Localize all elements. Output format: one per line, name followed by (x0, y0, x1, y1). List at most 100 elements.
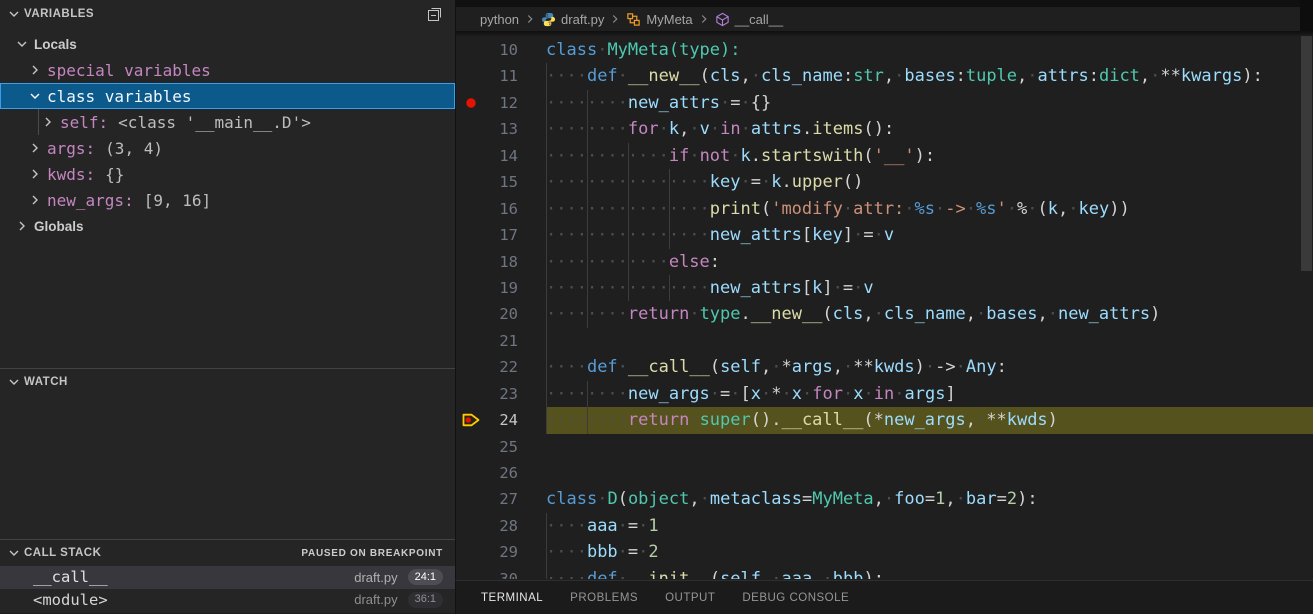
code-token: ** (853, 357, 873, 377)
breadcrumb-item-draft-py[interactable]: draft.py (541, 12, 604, 27)
code-line[interactable]: 19················new_attrs[k]·=·v (456, 275, 1313, 301)
code-line[interactable]: 26 (456, 460, 1313, 486)
code-line-content[interactable]: ············if·not·k.startswith('__'): (546, 143, 1313, 169)
code-line-content[interactable]: ····def·__init__(self,·aaa,·bbb): (546, 566, 1313, 579)
code-line[interactable]: 29····bbb·=·2 (456, 539, 1313, 565)
code-line-content[interactable]: ········return·type.__new__(cls,·cls_nam… (546, 301, 1313, 327)
chevron-right-icon[interactable] (40, 114, 56, 130)
code-line-content[interactable]: ········new_args·=·[x·*·x·for·x·in·args] (546, 381, 1313, 407)
editor-gutter[interactable]: 12 (456, 90, 546, 116)
code-line-content[interactable]: ········new_attrs·=·{} (546, 90, 1313, 116)
editor-gutter[interactable]: 29 (456, 539, 546, 565)
variables-row[interactable]: kwds:{} (0, 161, 455, 187)
chevron-down-icon[interactable] (27, 88, 43, 104)
code-line[interactable]: 22····def·__call__(self,·*args,·**kwds)·… (456, 354, 1313, 380)
code-line-content[interactable]: ················new_attrs[k]·=·v (546, 275, 1313, 301)
editor-gutter[interactable]: 14 (456, 143, 546, 169)
code-token: ) (915, 357, 925, 377)
code-line[interactable]: 28····aaa·=·1 (456, 513, 1313, 539)
code-line-content[interactable] (546, 460, 1313, 486)
panel-tab-output[interactable]: OUTPUT (665, 592, 715, 604)
breadcrumb-item--call-[interactable]: __call__ (715, 12, 783, 27)
chevron-right-icon[interactable] (27, 192, 43, 208)
variables-row[interactable]: class variables (0, 83, 455, 109)
variables-row[interactable]: self:<class '__main__.D'> (0, 109, 455, 135)
code-line[interactable]: 17················new_attrs[key]·=·v (456, 222, 1313, 248)
collapse-all-icon[interactable] (427, 6, 443, 22)
editor-gutter[interactable]: 16 (456, 196, 546, 222)
code-line-content[interactable]: ············else: (546, 249, 1313, 275)
code-line[interactable]: 21 (456, 328, 1313, 354)
editor-gutter[interactable]: 21 (456, 328, 546, 354)
variables-row[interactable]: Locals (0, 31, 455, 57)
code-line-content[interactable] (546, 328, 1313, 354)
code-line-content[interactable] (546, 434, 1313, 460)
code-line-content[interactable]: ········for·k,·v·in·attrs.items(): (546, 116, 1313, 142)
chevron-down-icon[interactable] (14, 36, 30, 52)
code-line-content[interactable]: ················new_attrs[key]·=·v (546, 222, 1313, 248)
code-line-content[interactable]: ····def·__call__(self,·*args,·**kwds)·->… (546, 354, 1313, 380)
chevron-right-icon[interactable] (27, 62, 43, 78)
editor-gutter[interactable]: 10 (456, 37, 546, 63)
editor-gutter[interactable]: 17 (456, 222, 546, 248)
chevron-right-icon[interactable] (27, 140, 43, 156)
code-line[interactable]: 16················print('modify·attr:·%s… (456, 196, 1313, 222)
panel-tab-terminal[interactable]: TERMINAL (481, 592, 543, 604)
code-line-content[interactable]: ················print('modify·attr:·%s·-… (546, 196, 1313, 222)
code-line[interactable]: 15················key·=·k.upper() (456, 169, 1313, 195)
editor-gutter[interactable]: 22 (456, 354, 546, 380)
stack-frame-row[interactable]: __call__draft.py24:1 (0, 566, 455, 589)
call-stack-header[interactable]: CALL STACK PAUSED ON BREAKPOINT (0, 540, 455, 566)
editor-gutter[interactable]: 28 (456, 513, 546, 539)
variables-header[interactable]: VARIABLES (0, 0, 455, 28)
variables-row[interactable]: special variables (0, 57, 455, 83)
editor-gutter[interactable]: 25 (456, 434, 546, 460)
code-line[interactable]: 12········new_attrs·=·{} (456, 90, 1313, 116)
code-line-content[interactable]: ····aaa·=·1 (546, 513, 1313, 539)
chevron-right-icon[interactable] (14, 218, 30, 234)
editor-gutter[interactable]: 19 (456, 275, 546, 301)
code-line[interactable]: 24········return·super().__call__(*new_a… (456, 407, 1313, 433)
code-line[interactable]: 14············if·not·k.startswith('__'): (456, 143, 1313, 169)
code-area[interactable]: 10class·MyMeta(type):11····def·__new__(c… (456, 31, 1313, 579)
editor-gutter[interactable]: 30 (456, 566, 546, 579)
variables-row[interactable]: Globals (0, 213, 455, 239)
breadcrumb-item-python[interactable]: python (480, 12, 519, 27)
editor-gutter[interactable]: 13 (456, 116, 546, 142)
code-line[interactable]: 10class·MyMeta(type): (456, 37, 1313, 63)
code-line-content[interactable]: class·D(object,·metaclass=MyMeta,·foo=1,… (546, 486, 1313, 512)
code-line-content[interactable]: ····bbb·=·2 (546, 539, 1313, 565)
code-token: bases (986, 304, 1037, 324)
code-line[interactable]: 27class·D(object,·metaclass=MyMeta,·foo=… (456, 486, 1313, 512)
watch-header[interactable]: WATCH (0, 369, 455, 395)
editor-gutter[interactable]: 24 (456, 407, 546, 433)
code-line[interactable]: 11····def·__new__(cls,·cls_name:str,·bas… (456, 63, 1313, 89)
editor-gutter[interactable]: 20 (456, 301, 546, 327)
code-line-content[interactable]: ········return·super().__call__(*new_arg… (546, 407, 1313, 433)
breadcrumb-item-mymeta[interactable]: MyMeta (626, 12, 692, 27)
editor-gutter[interactable]: 15 (456, 169, 546, 195)
variables-row[interactable]: args:(3, 4) (0, 135, 455, 161)
stack-frame-row[interactable]: <module>draft.py36:1 (0, 589, 455, 612)
code-line-content[interactable]: ····def·__new__(cls,·cls_name:str,·bases… (546, 63, 1313, 89)
editor-gutter[interactable]: 26 (456, 460, 546, 486)
code-line-content[interactable]: class·MyMeta(type): (546, 37, 1313, 63)
panel-tab-problems[interactable]: PROBLEMS (570, 592, 638, 604)
breakpoint-icon[interactable] (462, 94, 480, 112)
code-line[interactable]: 30····def·__init__(self,·aaa,·bbb): (456, 566, 1313, 579)
editor-gutter[interactable]: 27 (456, 486, 546, 512)
editor-gutter[interactable]: 11 (456, 63, 546, 89)
code-line-content[interactable]: ················key·=·k.upper() (546, 169, 1313, 195)
code-line[interactable]: 20········return·type.__new__(cls,·cls_n… (456, 301, 1313, 327)
code-line[interactable]: 23········new_args·=·[x·*·x·for·x·in·arg… (456, 381, 1313, 407)
editor-scrollbar[interactable] (1300, 31, 1313, 580)
panel-tab-debug-console[interactable]: DEBUG CONSOLE (742, 592, 849, 604)
editor-gutter[interactable]: 18 (456, 249, 546, 275)
variables-row[interactable]: new_args:[9, 16] (0, 187, 455, 213)
editor-gutter[interactable]: 23 (456, 381, 546, 407)
chevron-right-icon[interactable] (27, 166, 43, 182)
code-line[interactable]: 13········for·k,·v·in·attrs.items(): (456, 116, 1313, 142)
code-line[interactable]: 25 (456, 434, 1313, 460)
scrollbar-slider[interactable] (1301, 36, 1312, 271)
code-line[interactable]: 18············else: (456, 249, 1313, 275)
